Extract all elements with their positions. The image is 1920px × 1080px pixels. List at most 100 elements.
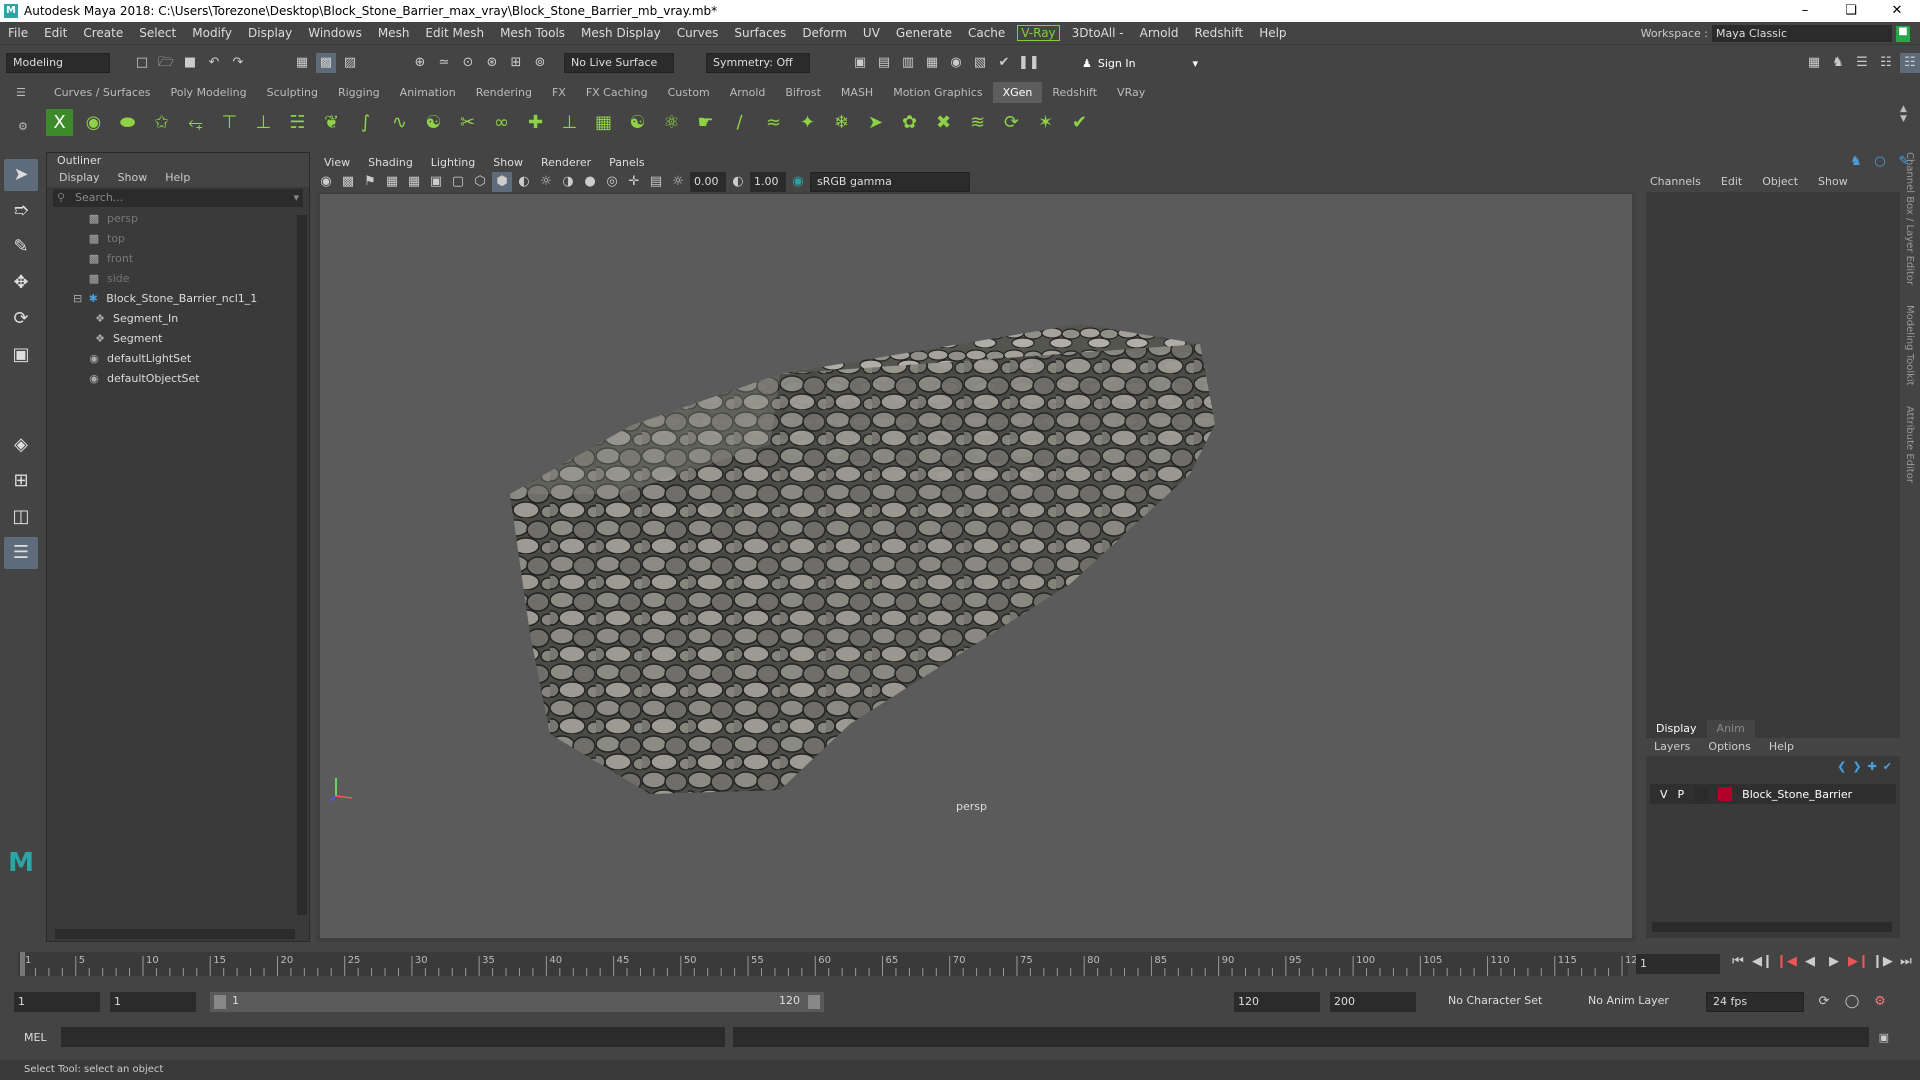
layer-hscrollbar[interactable]	[1652, 922, 1892, 932]
gamma-field[interactable]: 1.00	[750, 172, 786, 192]
menu-select[interactable]: Select	[131, 26, 184, 40]
menu-surfaces[interactable]: Surfaces	[726, 26, 794, 40]
playback-end-field[interactable]: 120	[1234, 992, 1320, 1012]
viewport-menu-view[interactable]: View	[316, 156, 358, 169]
layer-playback-toggle[interactable]: P	[1678, 788, 1685, 801]
snap-point-icon[interactable]: ⊙	[458, 53, 478, 73]
sign-in-button[interactable]: ♟ Sign In ▾	[1082, 53, 1198, 73]
step-back-frame-icon[interactable]: ❙◀	[1776, 952, 1797, 972]
minimize-icon[interactable]: –	[1782, 0, 1828, 22]
live-surface-field[interactable]: No Live Surface	[564, 53, 674, 73]
layer-row[interactable]: V P Block_Stone_Barrier	[1650, 784, 1896, 804]
select-by-object-icon[interactable]: ▩	[316, 53, 336, 73]
animation-end-field[interactable]: 200	[1330, 992, 1416, 1012]
open-scene-icon[interactable]: 🗁	[156, 53, 176, 73]
snap-grid-icon[interactable]: ⊕	[410, 53, 430, 73]
wireframe-icon[interactable]: ⬡	[470, 172, 490, 192]
menu-3dtoall[interactable]: 3DtoAll -	[1064, 26, 1132, 40]
lasso-tool-icon[interactable]: ➱	[4, 195, 38, 227]
select-tool-icon[interactable]: ➤	[4, 159, 38, 191]
four-view-layout-icon[interactable]: ⊞	[4, 465, 38, 497]
animation-preferences-icon[interactable]: ⚙	[1870, 992, 1890, 1012]
cut-icon[interactable]: ✂	[454, 109, 481, 136]
camera-attributes-icon[interactable]: ▩	[338, 172, 358, 192]
outliner-scrollbar[interactable]	[297, 215, 307, 915]
channel-box-toggle-icon[interactable]: ♞	[1846, 152, 1866, 172]
outliner-menu-display[interactable]: Display	[59, 169, 100, 187]
layer-menu-layers[interactable]: Layers	[1654, 738, 1690, 756]
snap-curve-icon[interactable]: ≃	[434, 53, 454, 73]
menu-curves[interactable]: Curves	[669, 26, 727, 40]
isolate-select-icon[interactable]: ✛	[624, 172, 644, 192]
shelf-tab-rigging[interactable]: Rigging	[328, 82, 390, 103]
auto-key-icon[interactable]: ◯	[1842, 992, 1862, 1012]
make-live-icon[interactable]: ⊚	[530, 53, 550, 73]
bend-icon[interactable]: ∫	[352, 109, 379, 136]
antialiasing-icon[interactable]: ◎	[602, 172, 622, 192]
current-frame-field[interactable]: 1	[1636, 954, 1720, 974]
outliner-hscrollbar[interactable]	[55, 929, 295, 939]
gamma-icon[interactable]: ◐	[728, 172, 748, 192]
shelf-settings-icon[interactable]: ⚙	[18, 120, 28, 133]
chevron-down-icon[interactable]: ▾	[293, 189, 299, 207]
menu-windows[interactable]: Windows	[300, 26, 370, 40]
save-scene-icon[interactable]: ■	[180, 53, 200, 73]
layer-menu-options[interactable]: Options	[1708, 738, 1750, 756]
clump-icon[interactable]: ☯	[420, 109, 447, 136]
step-forward-frame-icon[interactable]: ▶❙	[1848, 952, 1869, 972]
viewport-menu-panels[interactable]: Panels	[601, 156, 652, 169]
attract-brush-icon[interactable]: ➤	[862, 109, 889, 136]
place-brush-icon[interactable]: ⚛	[658, 109, 685, 136]
channel-box-menu-object[interactable]: Object	[1762, 172, 1798, 192]
ipr-render-icon[interactable]: ▥	[898, 53, 918, 73]
render-settings-icon[interactable]: ▦	[922, 53, 942, 73]
cut-brush-icon[interactable]: ✖	[930, 109, 957, 136]
smooth-brush-icon[interactable]: ≈	[760, 109, 787, 136]
layer-visibility-toggle[interactable]: V	[1660, 788, 1668, 801]
shelf-tab-fx[interactable]: FX	[542, 82, 576, 103]
menu-cache[interactable]: Cache	[960, 26, 1013, 40]
channel-box-menu-edit[interactable]: Edit	[1721, 172, 1742, 192]
shelf-menu-icon[interactable]: ☰	[16, 86, 26, 99]
new-scene-icon[interactable]: □	[132, 53, 152, 73]
stone-barrier-model[interactable]	[320, 194, 1632, 938]
menu-v-ray[interactable]: V-Ray	[1017, 25, 1060, 41]
loop-icon[interactable]: ⟳	[1814, 992, 1834, 1012]
tool-settings-icon[interactable]: ☷	[1876, 53, 1896, 73]
script-editor-icon[interactable]: ▣	[1879, 1031, 1889, 1044]
paint-select-tool-icon[interactable]: ✎	[4, 231, 38, 263]
symmetry-dropdown[interactable]: Symmetry: Off	[706, 53, 810, 73]
freeze-brush-icon[interactable]: ❄	[828, 109, 855, 136]
grab-brush-icon[interactable]: ☛	[692, 109, 719, 136]
layer-tab-display[interactable]: Display	[1646, 720, 1707, 738]
time-slider[interactable]: 1 5 10 15 20 25 30 35 40 45 50 55 60 65 70 75 80 85 90 95 10…	[0, 948, 1920, 978]
sculpt-brush-icon[interactable]: ✿	[896, 109, 923, 136]
move-guide-icon[interactable]: ⥆	[182, 109, 209, 136]
film-gate-icon[interactable]: ▣	[426, 172, 446, 192]
viewport-menu-renderer[interactable]: Renderer	[533, 156, 599, 169]
attribute-editor-icon[interactable]: ☰	[1852, 53, 1872, 73]
move-layer-up-icon[interactable]: ❮	[1837, 760, 1846, 776]
character-set-dropdown[interactable]: No Character Set	[1442, 992, 1578, 1012]
interactive-groom-icon[interactable]: ✶	[1032, 109, 1059, 136]
render-frame-icon[interactable]: ▣	[850, 53, 870, 73]
outliner-item[interactable]: ❖ Segment	[47, 329, 309, 349]
range-end-handle[interactable]	[808, 995, 820, 1009]
range-start-handle[interactable]	[214, 995, 226, 1009]
shelf-tab-mash[interactable]: MASH	[831, 82, 883, 103]
menu-file[interactable]: File	[0, 26, 36, 40]
play-backwards-icon[interactable]: ◀	[1800, 952, 1820, 972]
shelf-tab-xgen[interactable]: XGen	[992, 82, 1043, 103]
shelf-tab-custom[interactable]: Custom	[658, 82, 720, 103]
grid-icon[interactable]: ▦	[404, 172, 424, 192]
create-description-icon[interactable]: ◉	[80, 109, 107, 136]
menu-edit-mesh[interactable]: Edit Mesh	[417, 26, 492, 40]
step-back-key-icon[interactable]: ◀❙	[1752, 952, 1773, 972]
undo-icon[interactable]: ↶	[204, 53, 224, 73]
menu-display[interactable]: Display	[240, 26, 300, 40]
shadows-icon[interactable]: ◑	[558, 172, 578, 192]
channel-box-menu-show[interactable]: Show	[1818, 172, 1848, 192]
go-to-start-icon[interactable]: ⏮	[1728, 952, 1748, 972]
move-layer-down-icon[interactable]: ❯	[1852, 760, 1861, 776]
shelf-tab-redshift[interactable]: Redshift	[1042, 82, 1107, 103]
